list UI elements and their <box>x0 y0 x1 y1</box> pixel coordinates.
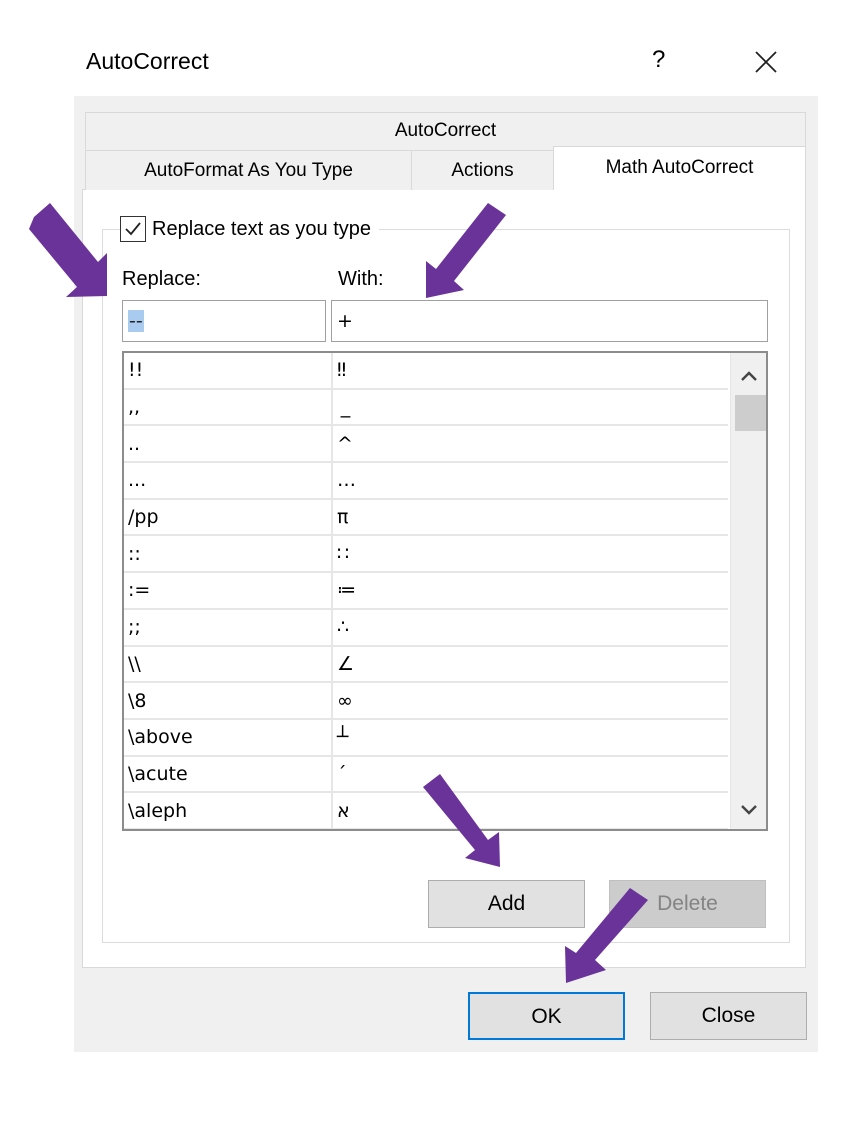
replace-input-value: -- <box>128 310 144 332</box>
replace-cell: :: <box>124 536 333 572</box>
list-scrollbar[interactable] <box>730 353 766 829</box>
checkmark-icon <box>125 222 141 236</box>
with-label: With: <box>338 268 384 290</box>
list-item[interactable]: \\ ∠ <box>124 646 728 684</box>
with-cell: … <box>337 469 356 492</box>
with-cell: ┴ <box>337 726 349 749</box>
list-item[interactable]: \acute ´ <box>124 756 728 794</box>
list-item[interactable]: /pp π <box>124 499 728 537</box>
replace-input[interactable]: -- <box>122 300 326 342</box>
replace-cell: !! <box>124 353 333 388</box>
chevron-up-icon <box>741 371 757 381</box>
with-cell: ∠ <box>337 652 355 675</box>
replace-label: Replace: <box>122 268 201 290</box>
replace-cell: \above <box>124 719 333 755</box>
replace-cell: .. <box>124 426 333 462</box>
dialog-title: AutoCorrect <box>86 48 209 74</box>
with-cell: _ <box>337 396 351 419</box>
list-item[interactable]: ;; ∴ <box>124 609 728 647</box>
list-item[interactable]: :: ∷ <box>124 536 728 574</box>
replace-cell: \8 <box>124 683 333 718</box>
list-item[interactable]: \8 ∞ <box>124 683 728 720</box>
chevron-down-icon <box>741 805 757 815</box>
list-item[interactable]: ...… <box>124 463 728 500</box>
list-item[interactable]: !! ‼ <box>124 353 728 390</box>
with-input-value: + <box>337 310 353 332</box>
with-cell: ∞ <box>337 689 353 712</box>
list-item[interactable]: ,, _ <box>124 389 728 427</box>
with-cell: ∷ <box>337 542 350 565</box>
replace-cell: ... <box>124 463 333 498</box>
replace-cell: ,, <box>124 389 333 425</box>
with-cell: ≔ <box>337 579 356 602</box>
close-button[interactable]: Close <box>650 992 807 1040</box>
list-rows: !! ‼,, _.. ^...…/pp π:: ∷:= ≔;; ∴ \\ ∠ \8 ∞ \above ┴… <box>124 353 728 829</box>
replace-cell: := <box>124 573 333 608</box>
delete-button[interactable]: Delete <box>609 880 766 928</box>
replace-cell: \\ <box>124 646 333 682</box>
list-item[interactable]: \aleph א <box>124 793 728 829</box>
close-x-icon[interactable] <box>752 48 780 76</box>
tab-actions[interactable]: Actions <box>412 150 554 190</box>
replace-cell: /pp <box>124 499 333 535</box>
with-cell: ∴ <box>337 616 350 639</box>
replace-cell: ;; <box>124 609 333 645</box>
tab-autoformat-as-you-type[interactable]: AutoFormat As You Type <box>85 150 412 190</box>
replace-text-checkbox[interactable] <box>120 216 146 242</box>
ok-button[interactable]: OK <box>468 992 625 1040</box>
scroll-down-button[interactable] <box>731 791 766 829</box>
list-item[interactable]: .. ^ <box>124 426 728 464</box>
help-button[interactable]: ? <box>652 46 665 74</box>
replace-text-checkbox-row[interactable]: Replace text as you type <box>120 214 380 244</box>
replace-cell: \acute <box>124 756 333 792</box>
list-item[interactable]: := ≔ <box>124 573 728 610</box>
with-cell: π <box>337 506 349 529</box>
with-input[interactable]: + <box>331 300 768 342</box>
replace-cell: \aleph <box>124 793 333 828</box>
replace-text-checkbox-label: Replace text as you type <box>152 217 372 240</box>
with-cell: ^ <box>337 432 353 455</box>
with-cell: ´ <box>337 762 347 785</box>
tab-row-top-border <box>85 112 806 150</box>
autocorrect-entries-list[interactable]: !! ‼,, _.. ^...…/pp π:: ∷:= ≔;; ∴ \\ ∠ \8 ∞ \above ┴… <box>122 351 768 831</box>
scroll-thumb[interactable] <box>735 395 766 431</box>
with-cell: א <box>337 799 350 822</box>
scroll-up-button[interactable] <box>731 357 766 395</box>
with-cell: ‼ <box>337 359 347 382</box>
add-button[interactable]: Add <box>428 880 585 928</box>
list-item[interactable]: \above ┴ <box>124 719 728 757</box>
tab-math-autocorrect[interactable]: Math AutoCorrect <box>553 146 806 190</box>
